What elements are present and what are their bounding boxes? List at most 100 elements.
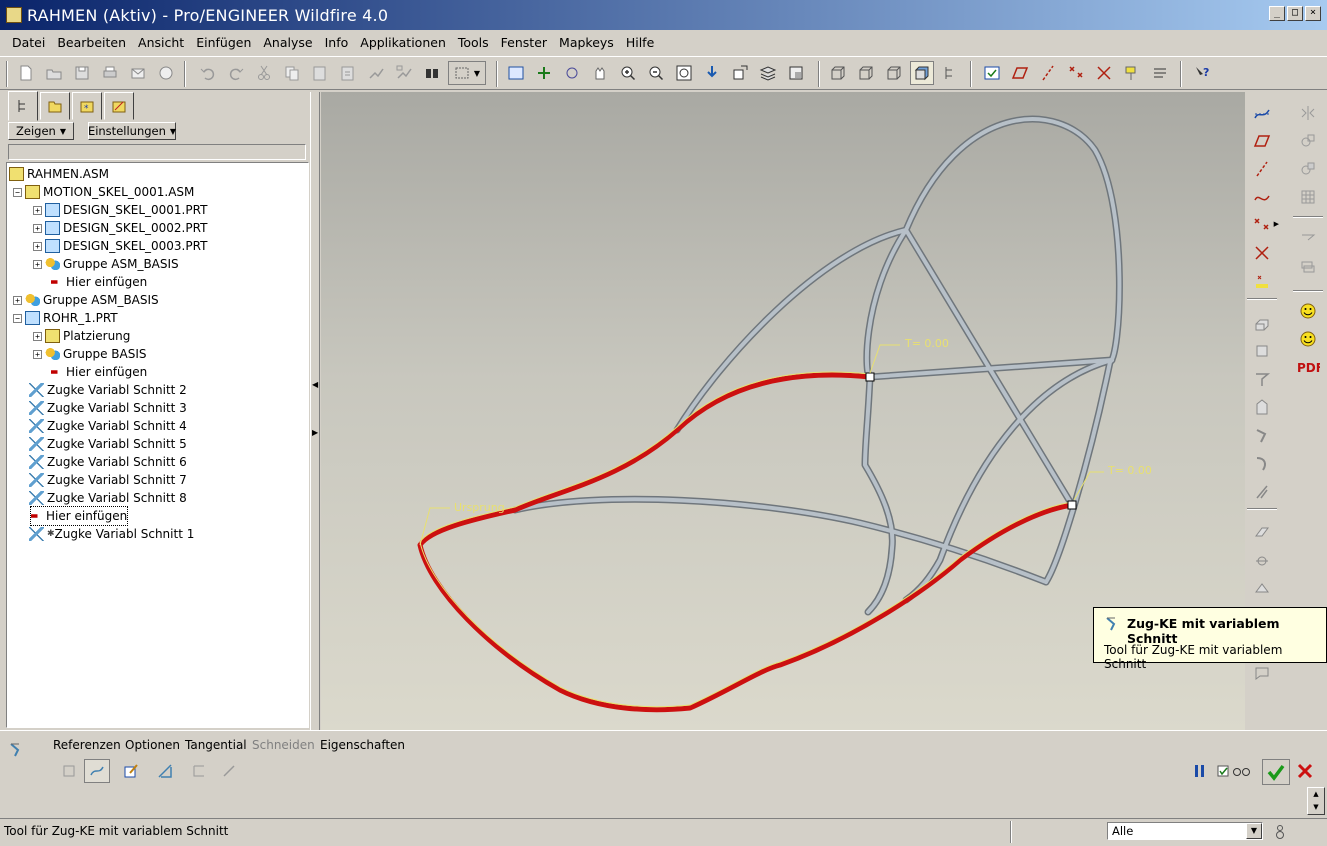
trim-surface-icon[interactable] — [216, 759, 242, 783]
expand-icon[interactable]: + — [33, 205, 42, 215]
open-file-icon[interactable] — [42, 61, 66, 85]
tree-item[interactable]: + DESIGN_SKEL_0002.PRT — [33, 219, 207, 237]
annotation-display-icon[interactable] — [1120, 61, 1144, 85]
tree-item[interactable]: RAHMEN.ASM — [9, 165, 109, 183]
tree-item[interactable]: − ROHR_1.PRT — [13, 309, 118, 327]
axis-display-icon[interactable] — [1036, 61, 1060, 85]
layers-icon[interactable] — [756, 61, 780, 85]
tree-item[interactable]: Zugke Variabl Schnitt 3 — [29, 399, 187, 417]
tree-item[interactable]: ✱ Zugke Variabl Schnitt 1 — [29, 525, 194, 543]
tab-options[interactable]: Optionen — [125, 738, 180, 752]
tree-item[interactable]: + DESIGN_SKEL_0003.PRT — [33, 237, 207, 255]
collapse-icon[interactable]: − — [13, 187, 22, 197]
selection-filter-dropdown[interactable]: Alle ▼ — [1107, 822, 1263, 840]
pdf-export-icon[interactable]: PDF — [1293, 354, 1323, 380]
variable-section-sweep-icon[interactable] — [1247, 422, 1277, 448]
tab-model-tree[interactable] — [8, 91, 38, 121]
sweep-icon[interactable] — [1247, 366, 1277, 392]
print-icon[interactable] — [98, 61, 122, 85]
tree-item[interactable]: + Gruppe ASM_BASIS — [13, 291, 159, 309]
spin-center-display-icon[interactable] — [1148, 61, 1172, 85]
menu-hilfe[interactable]: Hilfe — [620, 35, 660, 50]
tree-item[interactable]: + DESIGN_SKEL_0001.PRT — [33, 201, 207, 219]
tree-item[interactable]: Zugke Variabl Schnitt 4 — [29, 417, 187, 435]
send-link-icon[interactable] — [154, 61, 178, 85]
paste-icon[interactable] — [308, 61, 332, 85]
pause-button[interactable] — [1187, 759, 1213, 783]
regenerate-icon[interactable] — [364, 61, 388, 85]
panel-splitter[interactable]: ◀ ▶ — [310, 92, 320, 730]
smiley-icon[interactable] — [1293, 326, 1323, 352]
pan-icon[interactable] — [588, 61, 612, 85]
trajectory-start-marker[interactable] — [865, 372, 875, 382]
tree-item[interactable]: Zugke Variabl Schnitt 7 — [29, 471, 187, 489]
menu-fenster[interactable]: Fenster — [495, 35, 553, 50]
tree-item[interactable]: Zugke Variabl Schnitt 8 — [29, 489, 187, 507]
hidden-line-icon[interactable] — [854, 61, 878, 85]
expand-icon[interactable]: + — [13, 295, 22, 305]
datum-display-icon[interactable] — [980, 61, 1004, 85]
mirror-icon[interactable] — [1293, 100, 1323, 126]
send-mail-icon[interactable] — [126, 61, 150, 85]
no-hidden-icon[interactable] — [882, 61, 906, 85]
datum-point-icon[interactable]: ▶ — [1247, 212, 1279, 238]
find-icon[interactable] — [420, 61, 444, 85]
extrude-icon[interactable] — [1247, 310, 1277, 336]
menu-applikationen[interactable]: Applikationen — [354, 35, 452, 50]
menu-einfuegen[interactable]: Einfügen — [190, 35, 257, 50]
show-dropdown[interactable]: Zeigen ▼ — [8, 122, 74, 140]
trajectory-end-marker[interactable] — [1067, 500, 1077, 510]
view-manager-icon[interactable] — [784, 61, 808, 85]
tree-item[interactable]: Zugke Variabl Schnitt 6 — [29, 453, 187, 471]
zoom-in-icon[interactable] — [616, 61, 640, 85]
collapse-icon[interactable]: − — [13, 313, 22, 323]
expand-icon[interactable]: + — [33, 259, 42, 269]
revolve-icon[interactable] — [1247, 338, 1277, 364]
menu-info[interactable]: Info — [319, 35, 355, 50]
tree-item[interactable]: Hier einfügen — [51, 363, 147, 381]
rib-icon[interactable] — [1247, 576, 1277, 602]
tree-item[interactable]: Hier einfügen — [51, 273, 147, 291]
tab-tangency[interactable]: Tangential — [185, 738, 247, 752]
maximize-button[interactable]: □ — [1287, 6, 1303, 21]
menu-analyse[interactable]: Analyse — [257, 35, 318, 50]
tab-folder-browser[interactable] — [40, 92, 70, 120]
expand-icon[interactable]: + — [33, 349, 42, 359]
datum-plane-icon[interactable] — [1247, 128, 1277, 154]
tab-connections[interactable] — [104, 92, 134, 120]
datum-curve-icon[interactable] — [1247, 184, 1277, 210]
expand-icon[interactable]: + — [33, 331, 42, 341]
point-display-icon[interactable] — [1064, 61, 1088, 85]
tree-item[interactable]: − MOTION_SKEL_0001.ASM — [13, 183, 194, 201]
tree-item[interactable]: + Gruppe ASM_BASIS — [33, 255, 179, 273]
undo-icon[interactable] — [196, 61, 220, 85]
hole-icon[interactable] — [1247, 520, 1277, 546]
tree-item[interactable]: Zugke Variabl Schnitt 2 — [29, 381, 187, 399]
csys-display-icon[interactable] — [1092, 61, 1116, 85]
new-file-icon[interactable] — [14, 61, 38, 85]
expand-icon[interactable]: + — [33, 223, 42, 233]
tree-item-insert-marker[interactable]: Hier einfügen — [29, 506, 129, 526]
plane-display-icon[interactable] — [1008, 61, 1032, 85]
tree-item[interactable]: + Gruppe BASIS — [33, 345, 146, 363]
copy-icon[interactable] — [280, 61, 304, 85]
expand-right-icon[interactable]: ▶ — [312, 428, 318, 437]
swept-blend-icon[interactable] — [1247, 450, 1277, 476]
wireframe-icon[interactable] — [826, 61, 850, 85]
expand-icon[interactable]: + — [33, 241, 42, 251]
close-window-button[interactable]: × — [1305, 6, 1321, 21]
collapse-left-icon[interactable]: ◀ — [312, 380, 318, 389]
blend-icon[interactable] — [1247, 394, 1277, 420]
thicken-icon[interactable] — [186, 759, 212, 783]
merge-icon[interactable] — [1293, 128, 1323, 154]
spin-center-icon[interactable] — [532, 61, 556, 85]
solid-icon[interactable] — [56, 759, 82, 783]
shell-icon[interactable] — [1247, 548, 1277, 574]
menu-datei[interactable]: Datei — [6, 35, 51, 50]
tab-favorites[interactable]: * — [72, 92, 102, 120]
regen-manager-icon[interactable] — [392, 61, 416, 85]
menu-ansicht[interactable]: Ansicht — [132, 35, 190, 50]
remove-material-icon[interactable] — [152, 759, 178, 783]
analysis-feature-icon[interactable] — [1247, 268, 1277, 294]
settings-dropdown[interactable]: Einstellungen ▼ — [88, 122, 176, 140]
